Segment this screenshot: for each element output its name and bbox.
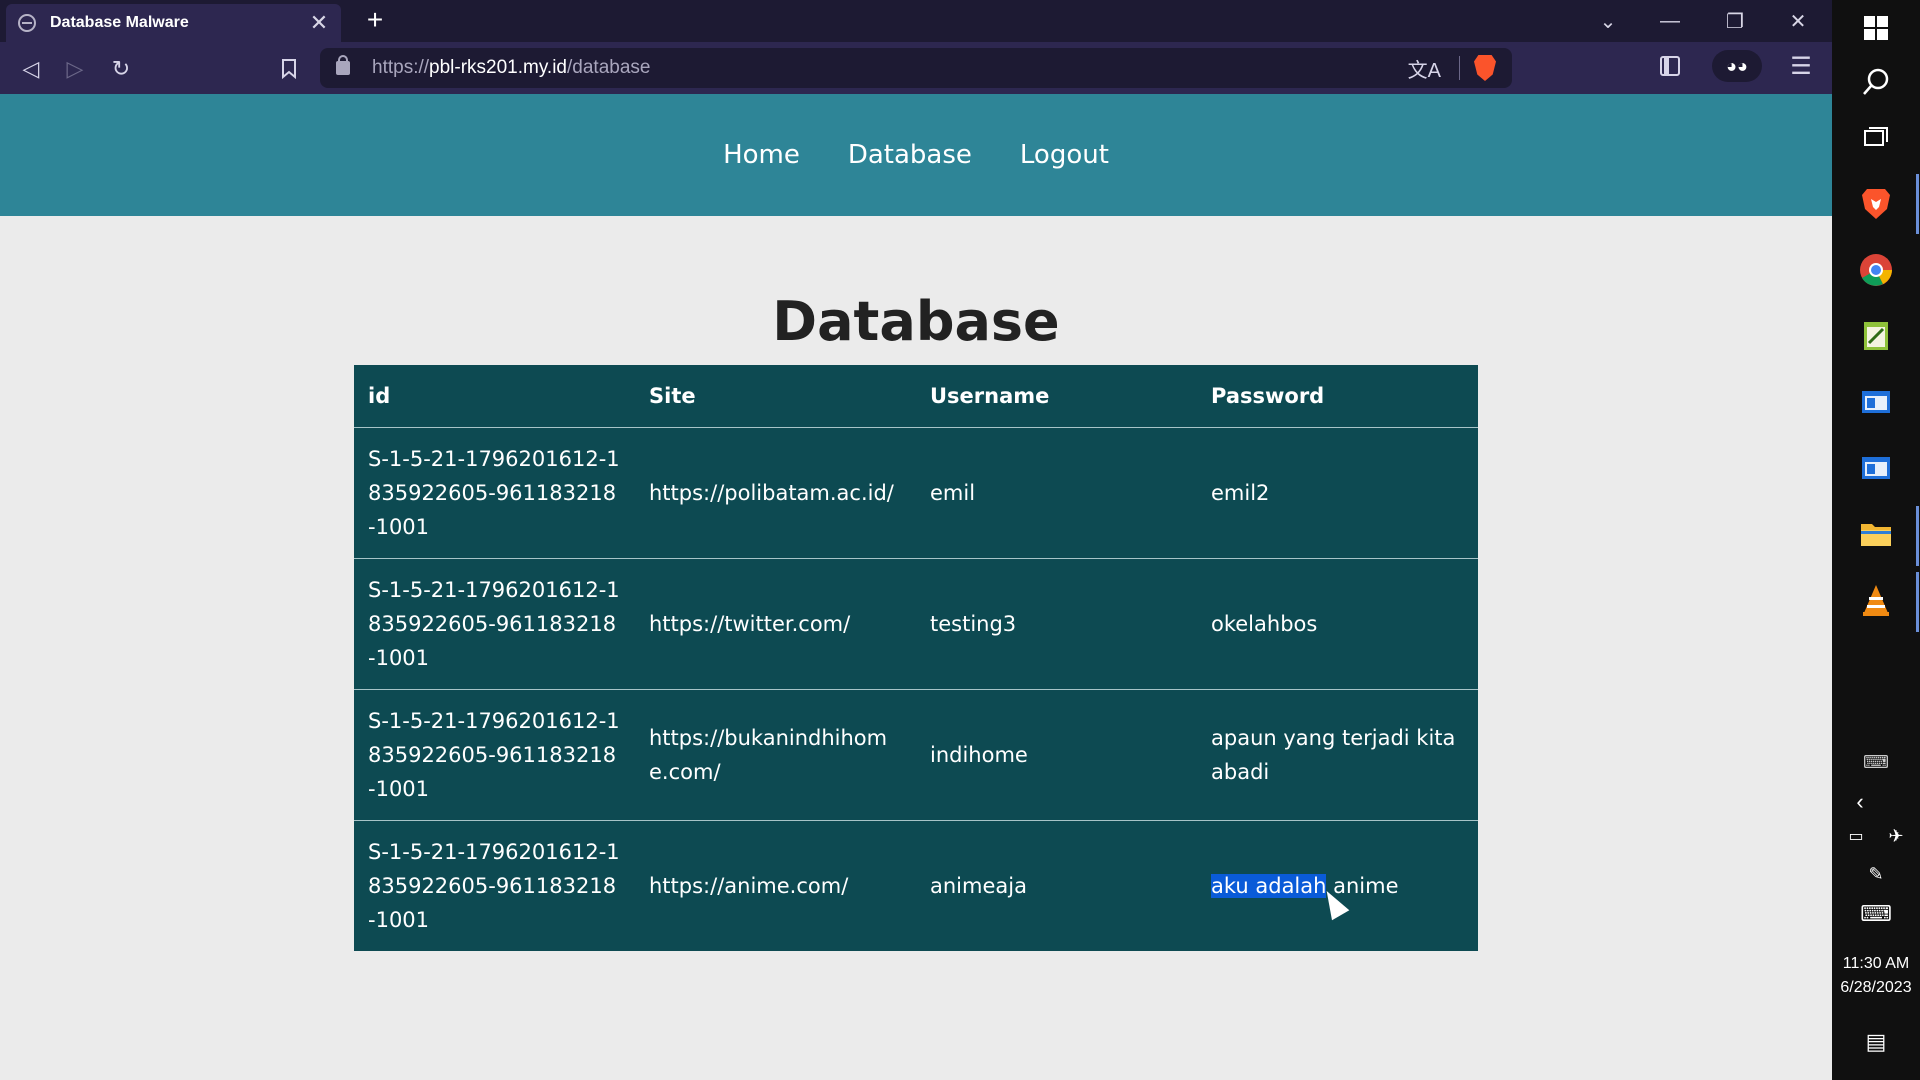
web-page: Home Database Logout Database id Site Us…	[0, 94, 1832, 1080]
table-row: S-1-5-21-1796201612-1835922605-961183218…	[354, 689, 1478, 821]
bookmark-icon[interactable]	[272, 52, 306, 86]
column-header-password: Password	[1197, 365, 1478, 428]
cell-id: S-1-5-21-1796201612-1835922605-961183218…	[354, 558, 635, 690]
system-clock[interactable]: 11:30 AM 6/28/2023	[1832, 952, 1920, 1000]
close-window-button[interactable]: ✕	[1768, 0, 1828, 42]
nav-logout-link[interactable]: Logout	[1020, 140, 1109, 170]
new-tab-button[interactable]: +	[360, 6, 390, 36]
airplane-mode-icon[interactable]: ✈	[1878, 818, 1914, 854]
menu-icon[interactable]: ☰	[1788, 52, 1814, 82]
column-header-site: Site	[635, 365, 916, 428]
cell-site: https://twitter.com/	[635, 558, 916, 690]
keyboard-tray-icon[interactable]: ⌨	[1858, 744, 1894, 780]
cell-username: animeaja	[930, 873, 1027, 898]
cell-id: S-1-5-21-1796201612-1835922605-961183218…	[354, 427, 635, 559]
active-app-indicator	[1916, 506, 1919, 566]
app-window-icon-2[interactable]	[1858, 450, 1894, 486]
back-button[interactable]: ◁	[14, 52, 48, 86]
url-host: pbl-rks201.my.id	[429, 57, 568, 78]
windows-start-icon[interactable]	[1858, 10, 1894, 46]
vlc-icon[interactable]	[1858, 582, 1894, 618]
cell-site: https://polibatam.ac.id/	[635, 427, 916, 559]
chevron-left-icon[interactable]: ‹	[1842, 784, 1878, 820]
clock-time: 11:30 AM	[1842, 955, 1910, 972]
cell-site: https://bukanindhihome.com/	[635, 689, 916, 821]
table-row: S-1-5-21-1796201612-1835922605-961183218…	[354, 820, 1478, 951]
reload-button[interactable]: ↻	[104, 52, 138, 86]
forward-button[interactable]: ▷	[58, 52, 92, 86]
title-bar: Database Malware ✕ + ⌄ — ❐ ✕	[0, 0, 1832, 42]
cell-id: S-1-5-21-1796201612-1835922605-961183218…	[368, 839, 620, 932]
nav-home-link[interactable]: Home	[723, 140, 800, 170]
cell-username: emil	[916, 427, 1197, 559]
chrome-icon[interactable]	[1858, 252, 1894, 288]
cell-password: apaun yang terjadi kita abadi	[1197, 689, 1478, 821]
credentials-table: id Site Username Password S-1-5-21-17962…	[354, 365, 1478, 951]
cell-password: emil2	[1197, 427, 1478, 559]
table-header-row: id Site Username Password	[354, 365, 1478, 428]
tab-close-icon[interactable]: ✕	[309, 12, 329, 34]
brave-browser-icon[interactable]	[1858, 186, 1894, 222]
translate-icon[interactable]: 文A	[1408, 54, 1441, 83]
search-icon[interactable]	[1858, 64, 1894, 100]
cell-username: indihome	[916, 689, 1197, 821]
minimize-button[interactable]: —	[1640, 0, 1700, 42]
url-scheme: https://	[372, 57, 430, 78]
touch-keyboard-icon[interactable]: ⌨	[1858, 896, 1894, 932]
task-view-icon[interactable]	[1858, 120, 1894, 156]
private-window-icon[interactable]: ◕◕	[1712, 50, 1762, 82]
divider	[1459, 56, 1460, 80]
page-title: Database	[772, 290, 1060, 353]
site-navbar: Home Database Logout	[0, 94, 1832, 216]
clock-date: 6/28/2023	[1840, 979, 1912, 996]
globe-icon	[18, 14, 36, 32]
app-window-icon[interactable]	[1858, 384, 1894, 420]
browser-toolbar: ◁ ▷ ↻ https://pbl-rks201.my.id/database …	[0, 42, 1832, 94]
table-row: S-1-5-21-1796201612-1835922605-961183218…	[354, 427, 1478, 559]
column-header-username: Username	[916, 365, 1197, 428]
cell-password: okelahbos	[1197, 558, 1478, 690]
file-explorer-icon[interactable]	[1858, 516, 1894, 552]
address-bar[interactable]: https://pbl-rks201.my.id/database 文A	[320, 48, 1512, 88]
active-app-indicator	[1916, 174, 1919, 234]
browser-tab[interactable]: Database Malware ✕	[6, 4, 341, 42]
pen-icon[interactable]: ✎	[1858, 856, 1894, 892]
sidebar-toggle-icon[interactable]	[1660, 56, 1680, 76]
lock-icon	[336, 55, 350, 75]
tabs-dropdown-icon[interactable]: ⌄	[1578, 0, 1638, 42]
nav-database-link[interactable]: Database	[848, 140, 972, 170]
column-header-id: id	[354, 365, 635, 428]
notifications-icon[interactable]: ▤	[1858, 1024, 1894, 1060]
table-row: S-1-5-21-1796201612-1835922605-961183218…	[354, 558, 1478, 690]
battery-icon[interactable]: ▭	[1838, 818, 1874, 854]
active-app-indicator	[1916, 572, 1919, 632]
cell-password: aku adalah anime	[1197, 820, 1478, 951]
notepad-icon[interactable]	[1858, 318, 1894, 354]
windows-taskbar: ⌨ ‹ ▭ ✈ ✎ ⌨ 11:30 AM 6/28/2023 ▤	[1832, 0, 1920, 1080]
restore-button[interactable]: ❐	[1705, 0, 1765, 42]
browser-window: Database Malware ✕ + ⌄ — ❐ ✕ ◁ ▷ ↻ https…	[0, 0, 1832, 1080]
cell-username: testing3	[916, 558, 1197, 690]
url-path: /database	[567, 57, 651, 78]
brave-shields-icon[interactable]	[1474, 55, 1496, 81]
selected-text: aku adalah	[1211, 873, 1327, 898]
cell-site: https://anime.com/	[649, 873, 849, 898]
cell-id: S-1-5-21-1796201612-1835922605-961183218…	[354, 689, 635, 821]
tab-title: Database Malware	[50, 14, 189, 31]
